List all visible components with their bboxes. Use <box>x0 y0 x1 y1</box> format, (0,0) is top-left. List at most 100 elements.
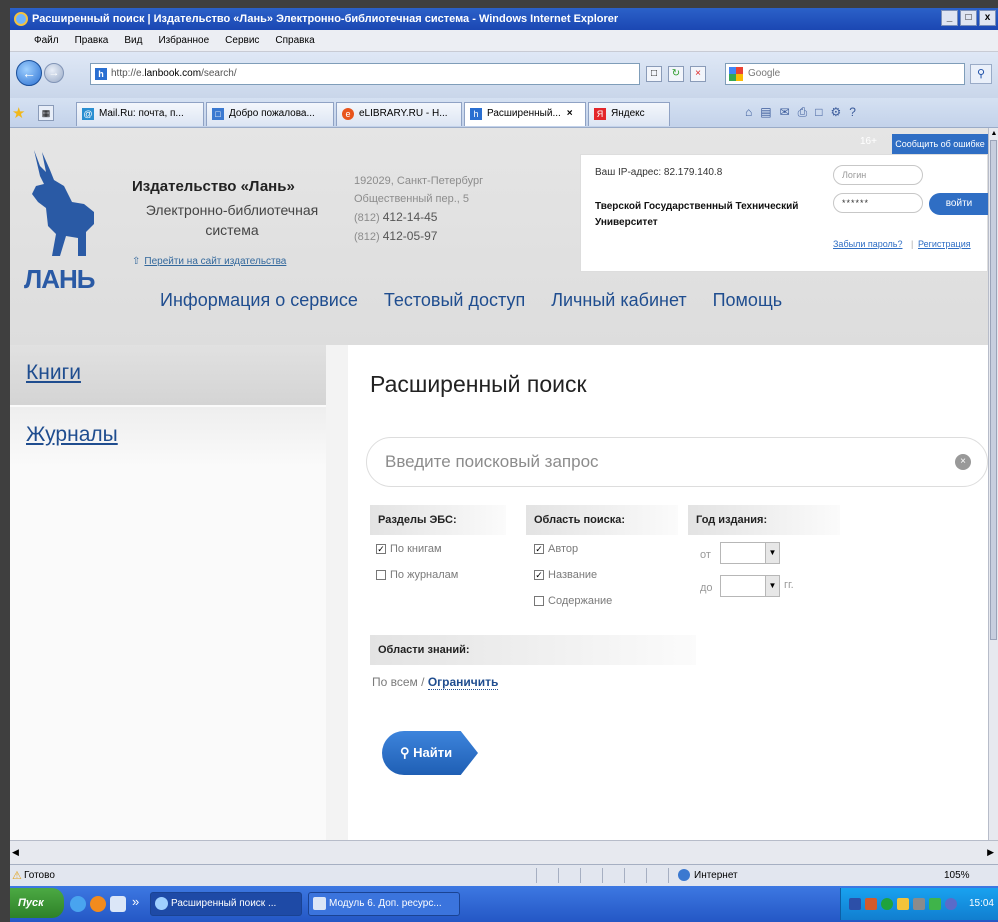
scroll-up-icon[interactable]: ▲ <box>989 128 998 139</box>
back-button[interactable]: ← <box>16 60 42 86</box>
network-icon[interactable] <box>929 898 941 910</box>
print-icon[interactable]: ⎙ <box>798 105 808 120</box>
stop-icon[interactable]: × <box>690 66 706 82</box>
register-link[interactable]: Регистрация <box>918 239 971 249</box>
taskbar-item-word[interactable]: Модуль 6. Доп. ресурс... <box>308 892 460 916</box>
phone-code: (812) <box>354 231 380 243</box>
help-menu-icon[interactable]: ? <box>849 105 856 120</box>
taskbar-item-ie[interactable]: Расширенный поиск ... <box>150 892 302 916</box>
scroll-thumb[interactable] <box>990 140 997 640</box>
scope-content-option[interactable]: Содержание <box>534 595 612 607</box>
feeds-icon[interactable]: ▤ <box>760 105 771 120</box>
close-tab-icon[interactable]: × <box>567 108 573 119</box>
chevron-down-icon[interactable]: ▼ <box>765 576 779 596</box>
nav-personal-account[interactable]: Личный кабинет <box>551 290 686 311</box>
section-journals-option[interactable]: По журналам <box>376 569 458 581</box>
find-button[interactable]: ⚲ Найти <box>382 731 478 775</box>
checkbox-checked-icon[interactable]: ✓ <box>376 544 386 555</box>
yandex-favicon-icon: Я <box>594 108 606 120</box>
ie-quicklaunch-icon[interactable] <box>70 896 86 912</box>
nav-help[interactable]: Помощь <box>713 290 783 311</box>
refresh-icon[interactable]: ↻ <box>668 66 684 82</box>
phone-code: (812) <box>354 212 380 224</box>
sidebar-item-books[interactable]: Книги <box>10 345 326 405</box>
menu-file[interactable]: Файл <box>34 35 59 46</box>
search-go-icon[interactable]: ⚲ <box>970 64 992 84</box>
scroll-right-icon[interactable]: ▶ <box>987 847 994 858</box>
tab-bar: ★ ▦ @ Mail.Ru: почта, п... □ Добро пожал… <box>10 98 998 128</box>
publisher-site-link-label: Перейти на сайт издательства <box>144 256 287 267</box>
horizontal-scrollbar[interactable]: ◀ ▶ <box>10 840 998 864</box>
checkbox-checked-icon[interactable]: ✓ <box>534 570 544 581</box>
system-tray: 15:04 <box>840 888 998 920</box>
query-input[interactable]: Введите поисковый запрос × <box>366 437 988 487</box>
tab-mailru[interactable]: @ Mail.Ru: почта, п... <box>76 102 204 126</box>
menu-favorites[interactable]: Избранное <box>158 35 209 46</box>
nav-service-info[interactable]: Информация о сервисе <box>160 290 358 311</box>
vertical-scrollbar[interactable]: ▲ <box>988 128 998 840</box>
favorites-star-icon[interactable]: ★ <box>12 104 25 122</box>
tools-menu-icon[interactable]: ⚙ <box>831 105 842 120</box>
close-button[interactable]: x <box>979 10 996 26</box>
maximize-button[interactable]: □ <box>960 10 977 26</box>
page-viewport: 16+ Сообщить об ошибке ЛАНЬ Издательство… <box>10 128 988 840</box>
home-icon[interactable]: ⌂ <box>745 105 752 120</box>
login-input[interactable]: Логин <box>833 165 923 185</box>
word-quicklaunch-icon[interactable] <box>110 896 126 912</box>
url-input[interactable]: h http://e.lanbook.com/search/ <box>90 63 640 85</box>
password-input[interactable]: ****** <box>833 193 923 213</box>
menu-tools[interactable]: Сервис <box>225 35 259 46</box>
tab-label: Mail.Ru: почта, п... <box>99 108 184 119</box>
page-menu-icon[interactable]: □ <box>815 105 822 120</box>
checkbox-icon[interactable] <box>534 596 544 607</box>
year-to-select[interactable]: ▼ <box>720 575 780 597</box>
sidebar: Книги Журналы <box>10 345 326 840</box>
tab-advanced-search[interactable]: h Расширенный... × <box>464 102 586 126</box>
search-icon: ⚲ <box>400 745 410 760</box>
search-input[interactable]: Google <box>725 63 965 85</box>
url-prefix: http://e. <box>111 68 145 79</box>
menu-edit[interactable]: Правка <box>75 35 109 46</box>
phone-number: 412-05-97 <box>382 229 438 243</box>
restrict-link[interactable]: Ограничить <box>427 675 499 690</box>
sidebar-item-journals[interactable]: Журналы <box>10 407 326 467</box>
windows-taskbar: Пуск » Расширенный поиск ... Модуль 6. Д… <box>10 886 998 922</box>
minimize-button[interactable]: _ <box>941 10 958 26</box>
scroll-left-icon[interactable]: ◀ <box>12 847 19 858</box>
section-books-option[interactable]: ✓ По книгам <box>376 543 442 555</box>
report-error-button[interactable]: Сообщить об ошибке <box>892 134 988 154</box>
publisher-site-link[interactable]: ⇧ Перейти на сайт издательства <box>132 256 286 267</box>
browser-quicklaunch-icon[interactable] <box>90 896 106 912</box>
year-from-select[interactable]: ▼ <box>720 542 780 564</box>
checkbox-checked-icon[interactable]: ✓ <box>534 544 544 555</box>
mail-icon[interactable]: ✉ <box>780 105 790 120</box>
nav-trial-access[interactable]: Тестовый доступ <box>384 290 525 311</box>
menu-help[interactable]: Справка <box>275 35 314 46</box>
tray-app-icon[interactable] <box>945 898 957 910</box>
tab-yandex[interactable]: Я Яндекс <box>588 102 670 126</box>
compat-view-icon[interactable]: □ <box>646 66 662 82</box>
tab-welcome[interactable]: □ Добро пожалова... <box>206 102 334 126</box>
tab-elibrary[interactable]: e eLIBRARY.RU - Н... <box>336 102 462 126</box>
more-chevron[interactable]: » <box>132 894 139 909</box>
checkbox-icon[interactable] <box>376 570 386 581</box>
word-task-icon <box>313 897 326 910</box>
volume-icon[interactable] <box>913 898 925 910</box>
menu-view[interactable]: Вид <box>124 35 142 46</box>
forgot-password-link[interactable]: Забыли пароль? <box>833 239 902 249</box>
start-button[interactable]: Пуск <box>10 888 64 918</box>
security-zone: Интернет <box>694 870 738 881</box>
phone-number: 412-14-45 <box>382 210 438 224</box>
tray-app-icon[interactable] <box>865 898 877 910</box>
scope-author-option[interactable]: ✓ Автор <box>534 543 578 555</box>
login-button[interactable]: войти <box>929 193 988 215</box>
forward-button[interactable]: → <box>44 63 64 83</box>
clear-icon[interactable]: × <box>955 454 971 470</box>
tray-app-icon[interactable] <box>881 898 893 910</box>
tray-app-icon[interactable] <box>897 898 909 910</box>
quick-tabs-icon[interactable]: ▦ <box>38 105 54 121</box>
scope-title-option[interactable]: ✓ Название <box>534 569 597 581</box>
tray-app-icon[interactable] <box>849 898 861 910</box>
zoom-level[interactable]: 105% <box>944 870 970 881</box>
chevron-down-icon[interactable]: ▼ <box>765 543 779 563</box>
